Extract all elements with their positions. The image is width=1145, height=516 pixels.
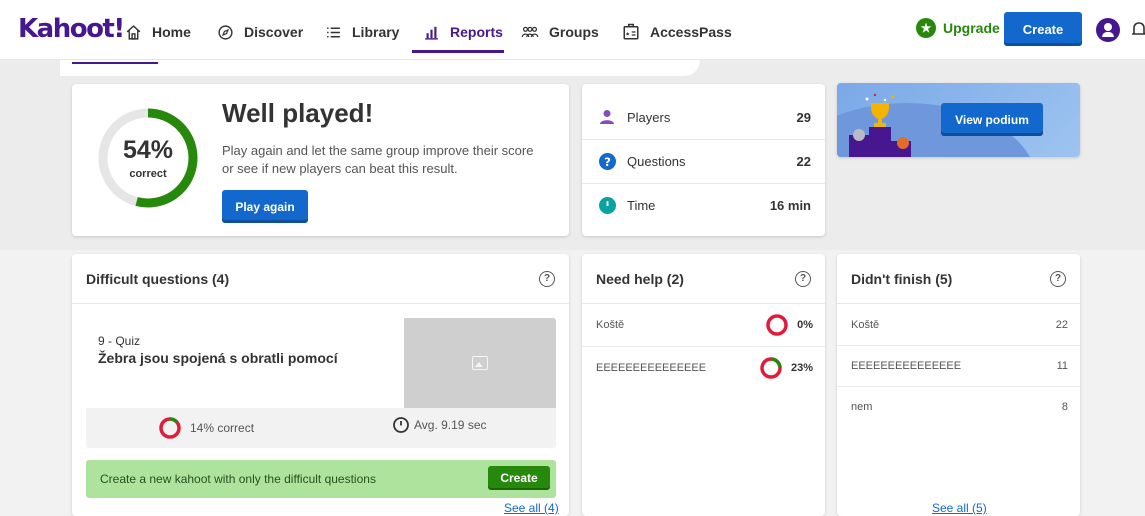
top-navigation: Kahoot! Home Discover Library Reports Gr… [0,0,1145,60]
score-ring-icon [760,357,782,379]
bar-chart-icon [422,23,440,41]
help-icon[interactable]: ? [539,270,555,287]
percent-label: correct [129,168,167,180]
group-icon [521,23,539,41]
question-tile[interactable]: 9 - Quiz Žebra jsou spojená s obratli po… [86,318,556,448]
list-item[interactable]: EEEEEEEEEEEEEEE 11 [837,345,1080,387]
stat-questions-label: Questions [627,153,686,169]
player-name: nem [851,401,873,413]
difficult-questions-title: Difficult questions (4) [86,270,230,287]
nav-discover-label: Discover [244,24,304,40]
question-type: 9 - Quiz [98,334,141,348]
player-name: Koště [851,319,880,331]
nav-reports-label: Reports [450,24,503,40]
stat-time-value: 16 min [769,197,811,213]
home-icon [124,23,142,41]
nav-accesspass[interactable]: AccessPass [622,18,732,46]
need-help-card: Need help (2) ? Koště 0% EEEEEEEEEEEEEEE… [582,254,825,516]
result-title: Well played! [222,98,374,128]
score-card: 54% correct Well played! Play again and … [72,84,569,236]
kahoot-logo[interactable]: Kahoot! [18,14,125,44]
stat-time: Time 16 min [582,183,825,227]
question-image-placeholder [404,318,556,408]
star-icon: ★ [916,18,936,38]
stat-time-label: Time [627,197,656,213]
bell-icon[interactable] [1131,20,1145,43]
image-icon [472,356,488,370]
question-correct-text: 14% correct [190,421,255,435]
timer-icon [393,417,409,433]
active-subtab-indicator [72,62,158,64]
svg-text:?: ? [604,154,611,168]
see-all-didnt-finish-link[interactable]: See all (5) [932,501,987,515]
nav-home[interactable]: Home [124,18,191,46]
nav-accesspass-label: AccessPass [650,24,732,40]
nav-home-label: Home [152,24,191,40]
stat-players-value: 29 [796,109,811,125]
create-difficult-kahoot-button[interactable]: Create [488,466,550,490]
clock-icon [598,196,616,214]
question-avg-time-text: Avg. 9.19 sec [414,418,487,432]
list-item[interactable]: nem 8 [837,386,1080,428]
stat-players-label: Players [627,109,671,125]
see-all-difficult-link[interactable]: See all (4) [504,501,559,515]
stat-questions-value: 22 [796,153,811,169]
question-correct: 14% correct [158,416,254,440]
difficult-create-banner: Create a new kahoot with only the diffic… [86,460,556,498]
nav-reports[interactable]: Reports [422,18,503,46]
compass-icon [216,23,234,41]
question-icon: ? [598,152,616,170]
help-icon[interactable]: ? [1050,270,1066,287]
correct-ring-icon [159,417,181,439]
player-icon [598,108,616,126]
accesspass-icon [622,23,640,41]
didnt-finish-card: Didn't finish (5) ? Koště 22 EEEEEEEEEEE… [837,254,1080,516]
upgrade-link[interactable]: ★ Upgrade [916,18,1000,38]
question-info: 9 - Quiz Žebra jsou spojená s obratli po… [86,318,404,408]
list-icon [324,23,342,41]
percent-correct: 54% [122,136,174,164]
player-count: 8 [1061,401,1068,413]
podium-illustration [849,93,911,157]
need-help-title: Need help (2) [596,270,684,287]
active-tab-indicator [412,50,504,53]
nav-library[interactable]: Library [324,18,399,46]
list-item[interactable]: Koště 22 [837,304,1080,346]
view-podium-button[interactable]: View podium [941,103,1043,136]
nav-groups[interactable]: Groups [521,18,599,46]
difficult-questions-card: Difficult questions (4) ? 9 - Quiz Žebra… [72,254,569,516]
need-help-header: Need help (2) ? [582,254,825,304]
list-item[interactable]: EEEEEEEEEEEEEEE 23% [582,347,825,389]
player-score: 23% [790,362,813,374]
player-score: 0% [797,319,813,331]
player-count: 11 [1056,360,1068,372]
didnt-finish-header: Didn't finish (5) ? [837,254,1080,304]
difficult-create-text: Create a new kahoot with only the diffic… [100,472,376,486]
stat-questions: ? Questions 22 [582,139,825,183]
difficult-questions-header: Difficult questions (4) ? [72,254,569,304]
nav-library-label: Library [352,24,400,40]
question-text: Žebra jsou spojená s obratli pomocí [98,350,338,366]
player-name: EEEEEEEEEEEEEEE [851,360,962,372]
player-name: Koště [596,319,625,331]
stat-players: Players 29 [582,95,825,139]
question-avg-time: Avg. 9.19 sec [392,416,487,434]
nav-groups-label: Groups [549,24,599,40]
didnt-finish-title: Didn't finish (5) [851,270,953,287]
upgrade-label: Upgrade [943,20,1000,36]
avatar-icon[interactable] [1096,18,1120,42]
stats-card: Players 29 ? Questions 22 Time 16 min [582,84,825,236]
player-count: 22 [1055,319,1068,331]
result-description: Play again and let the same group improv… [222,143,534,176]
podium-card: View podium [837,83,1080,157]
create-button[interactable]: Create [1004,12,1082,46]
help-icon[interactable]: ? [795,270,811,287]
nav-discover[interactable]: Discover [216,18,303,46]
play-again-button[interactable]: Play again [222,190,308,223]
player-name: EEEEEEEEEEEEEEE [596,362,707,374]
score-ring-icon [766,314,788,336]
list-item[interactable]: Koště 0% [582,304,825,346]
